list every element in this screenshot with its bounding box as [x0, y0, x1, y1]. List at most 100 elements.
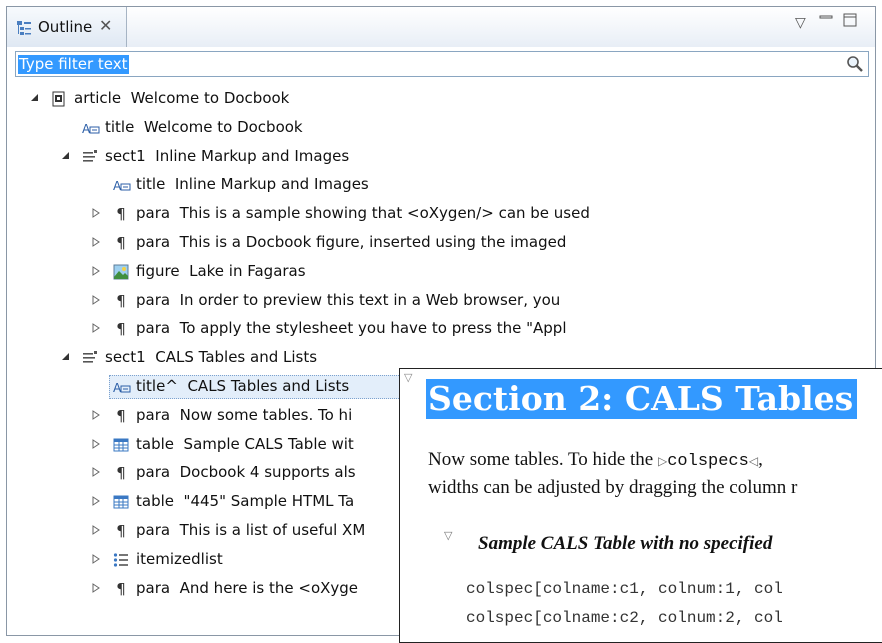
table-collapse-icon[interactable]: ▽	[444, 529, 452, 542]
title-icon: A	[113, 177, 131, 193]
image-icon	[113, 264, 129, 280]
minimize-icon[interactable]	[819, 10, 833, 28]
node-text: CALS Tables and Lists	[187, 377, 350, 395]
tree-node-label: para To apply the stylesheet you have to…	[136, 319, 566, 337]
preview-text: Now some tables. To hide the	[428, 449, 658, 470]
tree-node-label: para Docbook 4 supports als	[136, 463, 356, 481]
table-caption: Sample CALS Table with no specified	[478, 533, 773, 554]
tree-node[interactable]: ¶ para This is a sample showing that <oXy…	[7, 200, 875, 228]
tree-node[interactable]: Atitle Inline Markup and Images	[7, 171, 875, 199]
tree-node[interactable]: article Welcome to Docbook	[7, 85, 875, 113]
tree-node-label: para This is a Docbook figure, inserted …	[136, 233, 566, 251]
collapsed-twisty-icon[interactable]	[91, 410, 101, 420]
node-tag: table	[136, 492, 174, 510]
tree-node-label: para Now some tables. To hi	[136, 406, 352, 424]
preview-code: colspecs	[667, 452, 749, 471]
node-tag: table	[136, 435, 174, 453]
table-icon	[113, 494, 129, 510]
tree-node[interactable]: ¶ para In order to preview this text in a…	[7, 287, 875, 315]
node-text: CALS Tables and Lists	[155, 348, 318, 366]
node-text: Inline Markup and Images	[155, 147, 350, 165]
tag-open-marker[interactable]: ▷	[658, 454, 667, 468]
preview-heading: Section 2: CALS Tables	[426, 379, 858, 419]
collapsed-twisty-icon[interactable]	[91, 295, 101, 305]
node-tag: para	[136, 521, 171, 539]
tree-node-label: para And here is the <oXyge	[136, 579, 358, 597]
tree-node[interactable]: Atitle Welcome to Docbook	[7, 114, 875, 142]
preview-popup: ▽ Section 2: CALS Tables Now some tables…	[399, 368, 882, 643]
pilcrow-icon: ¶	[116, 320, 126, 338]
node-tag: para	[136, 204, 171, 222]
node-tag: figure	[136, 262, 180, 280]
tree-node[interactable]: ¶ para To apply the stylesheet you have t…	[7, 315, 875, 343]
section-icon	[82, 149, 98, 165]
collapsed-twisty-icon[interactable]	[91, 525, 101, 535]
pilcrow-icon: ¶	[116, 407, 126, 425]
node-text: To apply the stylesheet you have to pres…	[179, 319, 567, 337]
collapsed-twisty-icon[interactable]	[91, 237, 101, 247]
collapsed-twisty-icon[interactable]	[91, 496, 101, 506]
tree-node-label: para This is a sample showing that <oXyg…	[136, 204, 590, 222]
view-menu-icon[interactable]: ▽	[795, 15, 806, 31]
tag-close-marker[interactable]: ◁	[749, 454, 758, 468]
tree-node[interactable]: figure Lake in Fagaras	[7, 258, 875, 286]
collapse-triangle-icon[interactable]: ▽	[404, 371, 412, 384]
tree-node[interactable]: ¶ para This is a Docbook figure, inserted…	[7, 229, 875, 257]
outline-icon	[16, 20, 32, 36]
document-icon	[51, 91, 67, 107]
node-text: This is a sample showing that <oXygen/> …	[179, 204, 590, 222]
node-tag: para	[136, 463, 171, 481]
tree-node-label: itemizedlist	[136, 550, 232, 568]
node-text: Sample CALS Table wit	[183, 435, 354, 453]
tab-label: Outline	[38, 18, 93, 36]
title-icon: A	[113, 379, 131, 395]
pilcrow-icon: ¶	[116, 464, 126, 482]
filter-field[interactable]: Type filter text	[15, 51, 869, 77]
filter-input[interactable]: Type filter text	[18, 55, 129, 74]
tree-node[interactable]: sect1 Inline Markup and Images	[7, 143, 875, 171]
node-tag: sect1	[105, 147, 146, 165]
close-icon[interactable]: ✕	[99, 16, 112, 35]
node-text: Inline Markup and Images	[174, 175, 369, 193]
node-tag: article	[74, 89, 122, 107]
view-titlebar: Outline ✕ ▽	[7, 7, 875, 47]
collapsed-twisty-icon[interactable]	[91, 467, 101, 477]
maximize-icon[interactable]	[843, 13, 857, 31]
tree-node-label: title Inline Markup and Images	[136, 175, 369, 193]
node-text: Welcome to Docbook	[143, 118, 303, 136]
tree-node-label: table "445" Sample HTML Ta	[136, 492, 354, 510]
node-tag: title	[105, 118, 135, 136]
collapsed-twisty-icon[interactable]	[91, 439, 101, 449]
expanded-twisty-icon[interactable]	[60, 352, 70, 362]
collapsed-twisty-icon[interactable]	[91, 323, 101, 333]
node-text: In order to preview this text in a Web b…	[179, 291, 561, 309]
title-icon: A	[82, 120, 100, 136]
preview-paragraph-line2: widths can be adjusted by dragging the c…	[428, 477, 798, 498]
tab-outline[interactable]: Outline ✕	[7, 7, 127, 47]
node-text: And here is the <oXyge	[179, 579, 359, 597]
expanded-twisty-icon[interactable]	[29, 93, 39, 103]
tree-node-label: para In order to preview this text in a …	[136, 291, 560, 309]
collapsed-twisty-icon[interactable]	[91, 583, 101, 593]
collapsed-twisty-icon[interactable]	[91, 554, 101, 564]
node-text: Lake in Fagaras	[189, 262, 306, 280]
node-text: "445" Sample HTML Ta	[183, 492, 355, 510]
code-line: colspec[colname:c2, colnum:2, col	[466, 609, 783, 627]
expanded-twisty-icon[interactable]	[60, 151, 70, 161]
tree-node-label: table Sample CALS Table wit	[136, 435, 354, 453]
section-icon	[82, 350, 98, 366]
tree-node-label: figure Lake in Fagaras	[136, 262, 306, 280]
node-text: This is a list of useful XM	[179, 521, 366, 539]
collapsed-twisty-icon[interactable]	[91, 208, 101, 218]
tree-node-label: para This is a list of useful XM	[136, 521, 365, 539]
node-text: Now some tables. To hi	[179, 406, 353, 424]
node-tag: title^	[136, 377, 178, 395]
node-text: Docbook 4 supports als	[179, 463, 356, 481]
node-tag: title	[136, 175, 166, 193]
pilcrow-icon: ¶	[116, 234, 126, 252]
pilcrow-icon: ¶	[116, 580, 126, 598]
preview-text-suffix: ,	[758, 449, 763, 470]
search-icon[interactable]	[846, 55, 864, 73]
tree-node-label: sect1 CALS Tables and Lists	[105, 348, 317, 366]
collapsed-twisty-icon[interactable]	[91, 266, 101, 276]
